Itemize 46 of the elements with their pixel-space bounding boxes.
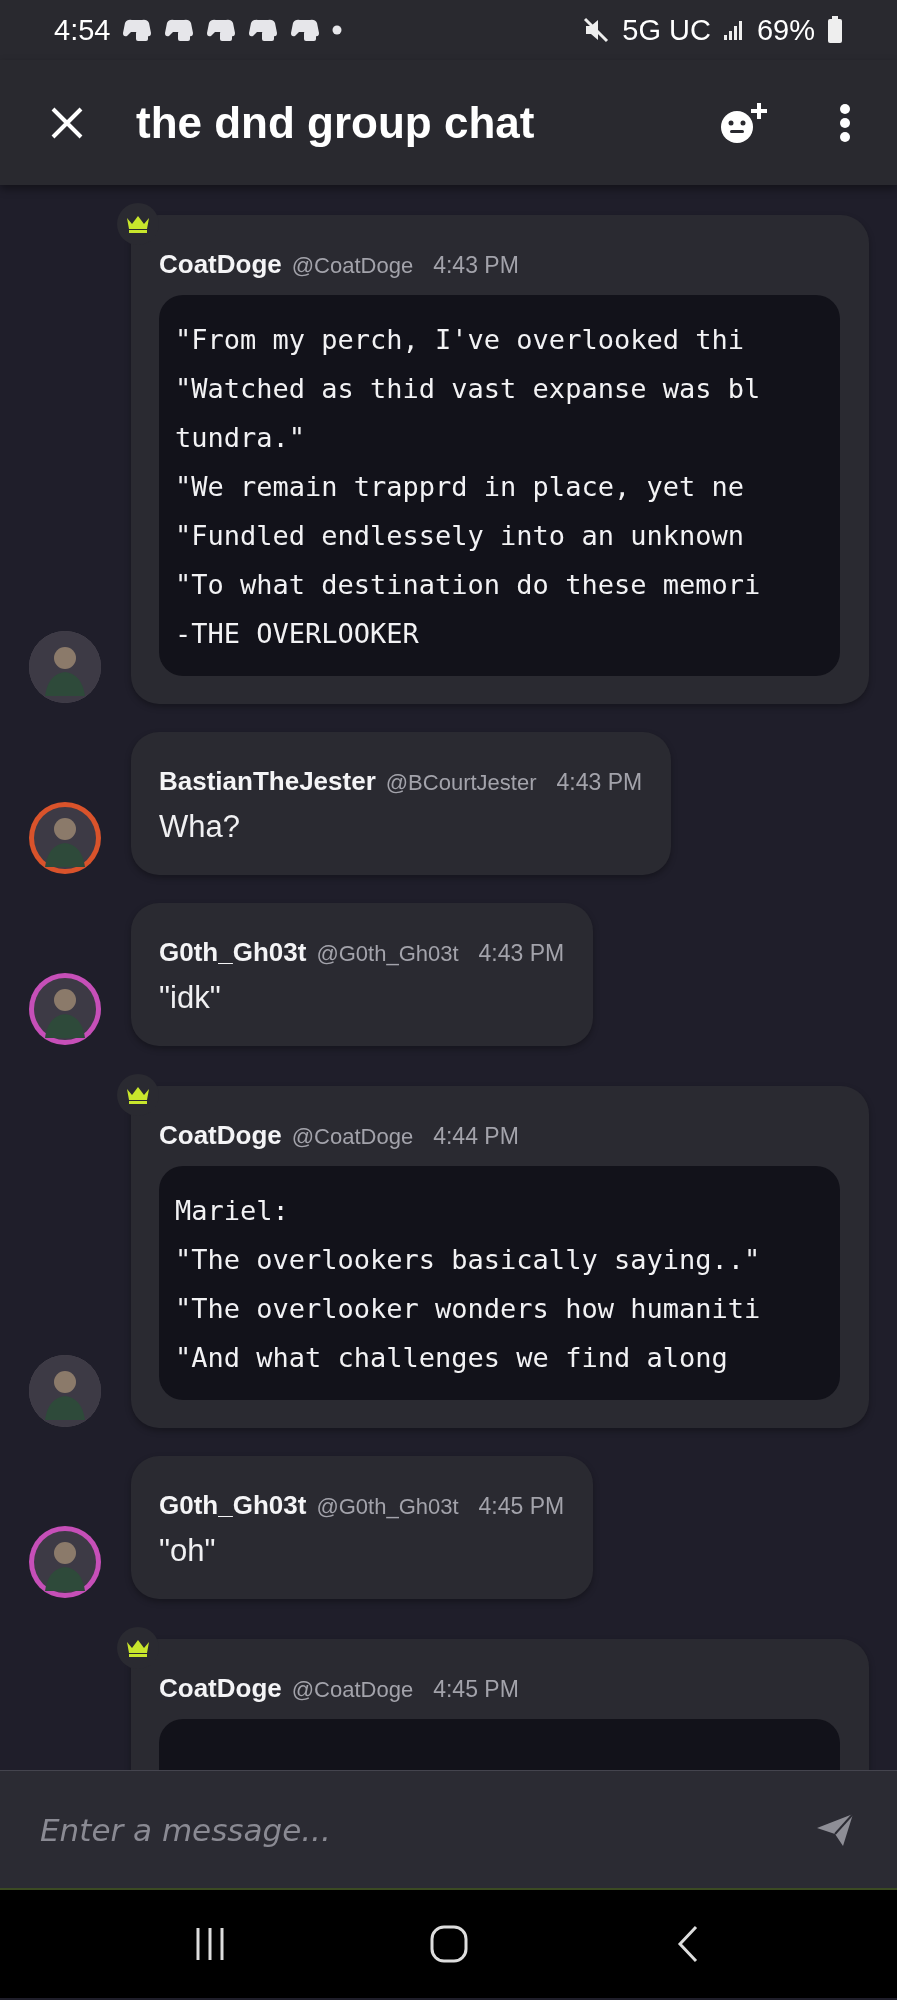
add-emoji-icon <box>719 100 767 145</box>
author-name[interactable]: CoatDoge <box>159 1673 282 1704</box>
mute-icon <box>582 16 611 44</box>
chat-title: the dnd group chat <box>136 97 536 148</box>
message-time: 4:43 PM <box>478 940 565 967</box>
crown-icon <box>125 1638 151 1658</box>
app-icon <box>122 17 153 43</box>
code-block: "From my perch, I've overlooked thi "Watched as thid vast expanse was bl tundra." "We remain trapprd in place, yet ne "Fundled endlessely into an unknown "To what destination do these memori -THE OVERLOOKER <box>159 295 840 676</box>
user-handle: @BCourtJester <box>385 770 537 796</box>
app-icon <box>206 17 237 43</box>
signal-icon <box>722 19 745 41</box>
author-name[interactable]: G0th_Gh03t <box>159 937 307 968</box>
author-name[interactable]: CoatDoge <box>159 249 282 280</box>
message-time: 4:44 PM <box>433 1123 519 1150</box>
send-icon <box>815 1811 855 1848</box>
message-input[interactable]: Enter a message... <box>38 1810 809 1849</box>
status-time: 4:54 <box>54 13 111 47</box>
battery-percent: 69% <box>756 13 815 47</box>
dot-icon <box>332 25 343 35</box>
app-icon <box>248 17 279 43</box>
battery-icon <box>827 16 843 44</box>
crown-icon <box>125 1085 151 1105</box>
user-handle: @CoatDoge <box>291 1124 414 1150</box>
message-text: "oh" <box>159 1532 217 1570</box>
network-label: 5G UC <box>622 13 711 47</box>
user-handle: @G0th_Gh03t <box>316 941 459 967</box>
message-text: "idk" <box>159 979 222 1017</box>
message-time: 4:45 PM <box>433 1676 519 1703</box>
home-icon <box>428 1924 469 1964</box>
user-handle: @G0th_Gh03t <box>316 1494 459 1520</box>
message-text: Wha? <box>159 808 241 846</box>
crown-icon <box>125 214 151 234</box>
menu-icon <box>839 102 851 143</box>
user-handle: @CoatDoge <box>291 253 414 279</box>
message-time: 4:45 PM <box>478 1493 565 1520</box>
message-time: 4:43 PM <box>433 252 519 279</box>
author-name[interactable]: BastianTheJester <box>159 766 376 797</box>
author-name[interactable]: CoatDoge <box>159 1120 282 1151</box>
message-field[interactable]: Enter a message... <box>0 1770 897 1890</box>
code-block: Mariel: "The overlookers basically saying.." "The overlooker wonders how humaniti "And what challenges we find along <box>159 1166 840 1400</box>
message-time: 4:43 PM <box>556 769 643 796</box>
app-icon <box>164 17 195 43</box>
close-icon <box>50 105 84 140</box>
app-icon <box>290 17 321 43</box>
user-handle: @CoatDoge <box>291 1677 414 1703</box>
author-name[interactable]: G0th_Gh03t <box>159 1490 307 1521</box>
